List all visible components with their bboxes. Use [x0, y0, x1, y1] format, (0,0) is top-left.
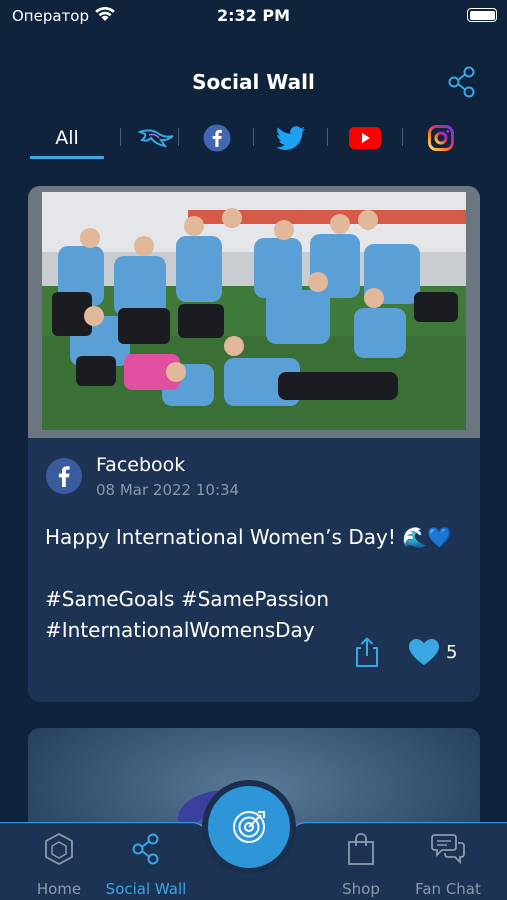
- tab-instagram[interactable]: [404, 118, 478, 158]
- facebook-icon: [46, 458, 82, 494]
- shopping-bag-icon: [348, 833, 374, 865]
- tab-twitter[interactable]: [254, 118, 328, 158]
- page-title: Social Wall: [192, 70, 315, 94]
- tab-facebook[interactable]: [180, 118, 254, 158]
- post-text: Happy International Women’s Day! 🌊💙 #Sam…: [45, 525, 452, 642]
- tab-all[interactable]: All: [30, 118, 104, 158]
- filter-tabs: All: [30, 118, 480, 160]
- battery-icon: [467, 8, 497, 22]
- post-photo: [28, 186, 480, 438]
- tab-youtube[interactable]: [328, 118, 402, 158]
- nav-social-wall[interactable]: Social Wall: [96, 832, 196, 898]
- nav-home-label: Home: [36, 880, 82, 898]
- like-count: 5: [446, 642, 458, 663]
- nav-social-wall-label: Social Wall: [105, 880, 187, 898]
- home-icon: [45, 832, 73, 866]
- divider: [402, 128, 403, 146]
- center-action-button[interactable]: [208, 786, 290, 868]
- share-icon: [132, 833, 159, 865]
- heart-icon[interactable]: [408, 638, 440, 666]
- instagram-icon: [428, 125, 454, 151]
- nav-shop[interactable]: Shop: [311, 832, 411, 898]
- status-bar: Оператор 2:32 PM: [0, 0, 507, 34]
- nav-shop-label: Shop: [342, 880, 380, 898]
- share-icon[interactable]: [352, 636, 382, 668]
- divider: [178, 128, 179, 146]
- nav-home[interactable]: Home: [9, 832, 109, 898]
- chat-bubbles-icon: [431, 834, 465, 865]
- nav-fan-chat[interactable]: Fan Chat: [398, 832, 498, 898]
- post-date: 08 Mar 2022 10:34: [96, 481, 240, 499]
- header: Social Wall: [0, 62, 507, 102]
- active-tab-indicator: [30, 156, 104, 159]
- facebook-icon: [203, 124, 231, 152]
- tab-all-label: All: [55, 127, 79, 149]
- team-logo-icon: [137, 129, 174, 148]
- nav-fan-chat-label: Fan Chat: [415, 880, 481, 898]
- post-card[interactable]: Facebook 08 Mar 2022 10:34 Happy Interna…: [28, 186, 480, 702]
- target-icon: [233, 811, 265, 843]
- post-body: Facebook 08 Mar 2022 10:34 Happy Interna…: [28, 438, 480, 702]
- clock: 2:32 PM: [216, 6, 290, 25]
- youtube-icon: [349, 127, 381, 149]
- post-source: Facebook: [96, 454, 186, 476]
- twitter-icon: [276, 126, 305, 150]
- share-icon[interactable]: [447, 66, 477, 98]
